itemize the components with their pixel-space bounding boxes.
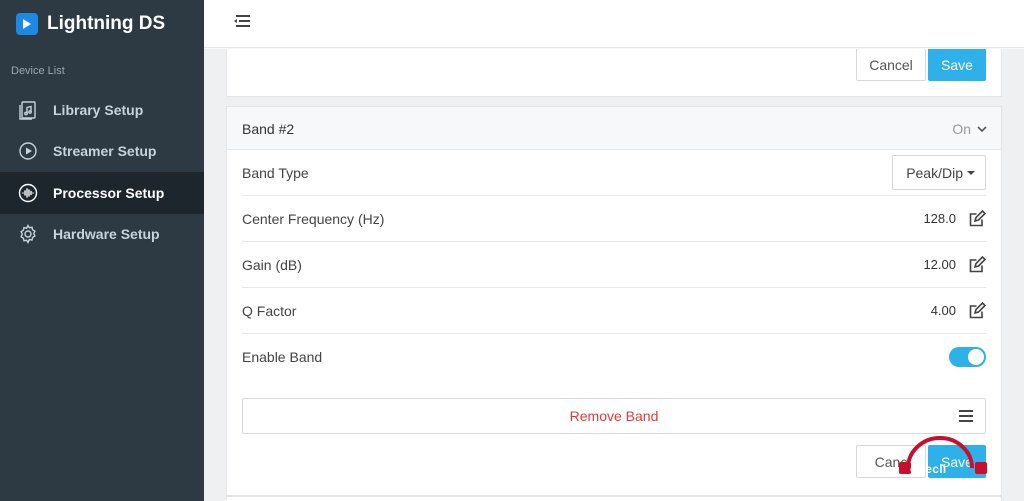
q-factor-value: 4.00 <box>930 303 956 318</box>
gain-value: 12.00 <box>923 257 956 272</box>
edit-icon[interactable] <box>968 255 986 274</box>
drag-handle-icon[interactable] <box>959 410 973 422</box>
gear-icon <box>18 224 38 245</box>
sidebar-nav: Library Setup Streamer Setup Processor S… <box>0 89 204 255</box>
band-type-dropdown[interactable]: Peak/Dip <box>892 155 986 190</box>
edit-icon[interactable] <box>968 301 986 320</box>
band-type-label: Band Type <box>242 164 309 181</box>
chevron-down-icon <box>977 126 987 133</box>
band-status[interactable]: On <box>952 121 987 137</box>
band-panel: Band #2 On Band Type Peak/Dip Center Fre… <box>226 106 1002 496</box>
center-frequency-value: 128.0 <box>923 211 956 226</box>
remove-band-label: Remove Band <box>569 408 659 424</box>
watermark: onecli <box>896 432 1024 501</box>
band-type-row: Band Type Peak/Dip <box>242 150 986 196</box>
audio-wave-icon <box>18 183 38 203</box>
section-label-device-list: Device List <box>11 65 65 77</box>
sidebar-item-processor-setup[interactable]: Processor Setup <box>0 172 204 214</box>
sidebar: Lightning DS Device List Library Setup S… <box>0 0 204 501</box>
caret-down-icon <box>967 170 975 175</box>
edit-icon[interactable] <box>968 209 986 228</box>
watermark-text: onecli <box>910 462 947 476</box>
top-bar <box>204 0 1024 48</box>
band-title: Band #2 <box>242 121 295 137</box>
remove-band-button[interactable]: Remove Band <box>242 398 986 434</box>
app-title: Lightning DS <box>47 13 166 34</box>
sidebar-item-library-setup[interactable]: Library Setup <box>0 89 204 131</box>
play-circle-icon <box>18 141 38 161</box>
previous-band-panel: Cancel Save <box>226 49 1002 97</box>
sidebar-item-label: Library Setup <box>53 101 144 118</box>
q-factor-label: Q Factor <box>242 302 297 319</box>
sidebar-item-streamer-setup[interactable]: Streamer Setup <box>0 131 204 173</box>
menu-toggle-icon[interactable] <box>234 14 254 32</box>
toggle-knob <box>968 349 984 365</box>
enable-band-label: Enable Band <box>242 349 323 365</box>
brand[interactable]: Lightning DS <box>0 0 204 48</box>
sidebar-item-label: Processor Setup <box>53 184 165 201</box>
enable-band-row: Enable Band <box>242 334 986 380</box>
band-header[interactable]: Band #2 On <box>227 107 1001 150</box>
center-frequency-row: Center Frequency (Hz) 128.0 <box>242 196 986 242</box>
band-status-label: On <box>952 121 971 137</box>
next-band-panel <box>226 496 1002 501</box>
band-type-value: Peak/Dip <box>906 164 963 181</box>
sidebar-item-label: Streamer Setup <box>53 143 157 160</box>
save-button[interactable]: Save <box>928 49 986 81</box>
sidebar-item-label: Hardware Setup <box>53 226 160 243</box>
enable-band-toggle[interactable] <box>949 347 986 367</box>
q-factor-row: Q Factor 4.00 <box>242 288 986 334</box>
music-file-icon <box>18 100 38 120</box>
center-frequency-label: Center Frequency (Hz) <box>242 210 385 227</box>
sidebar-item-hardware-setup[interactable]: Hardware Setup <box>0 214 204 256</box>
brand-logo-icon <box>16 13 38 35</box>
cancel-button[interactable]: Cancel <box>856 49 926 81</box>
gain-label: Gain (dB) <box>242 256 302 273</box>
gain-row: Gain (dB) 12.00 <box>242 242 986 288</box>
